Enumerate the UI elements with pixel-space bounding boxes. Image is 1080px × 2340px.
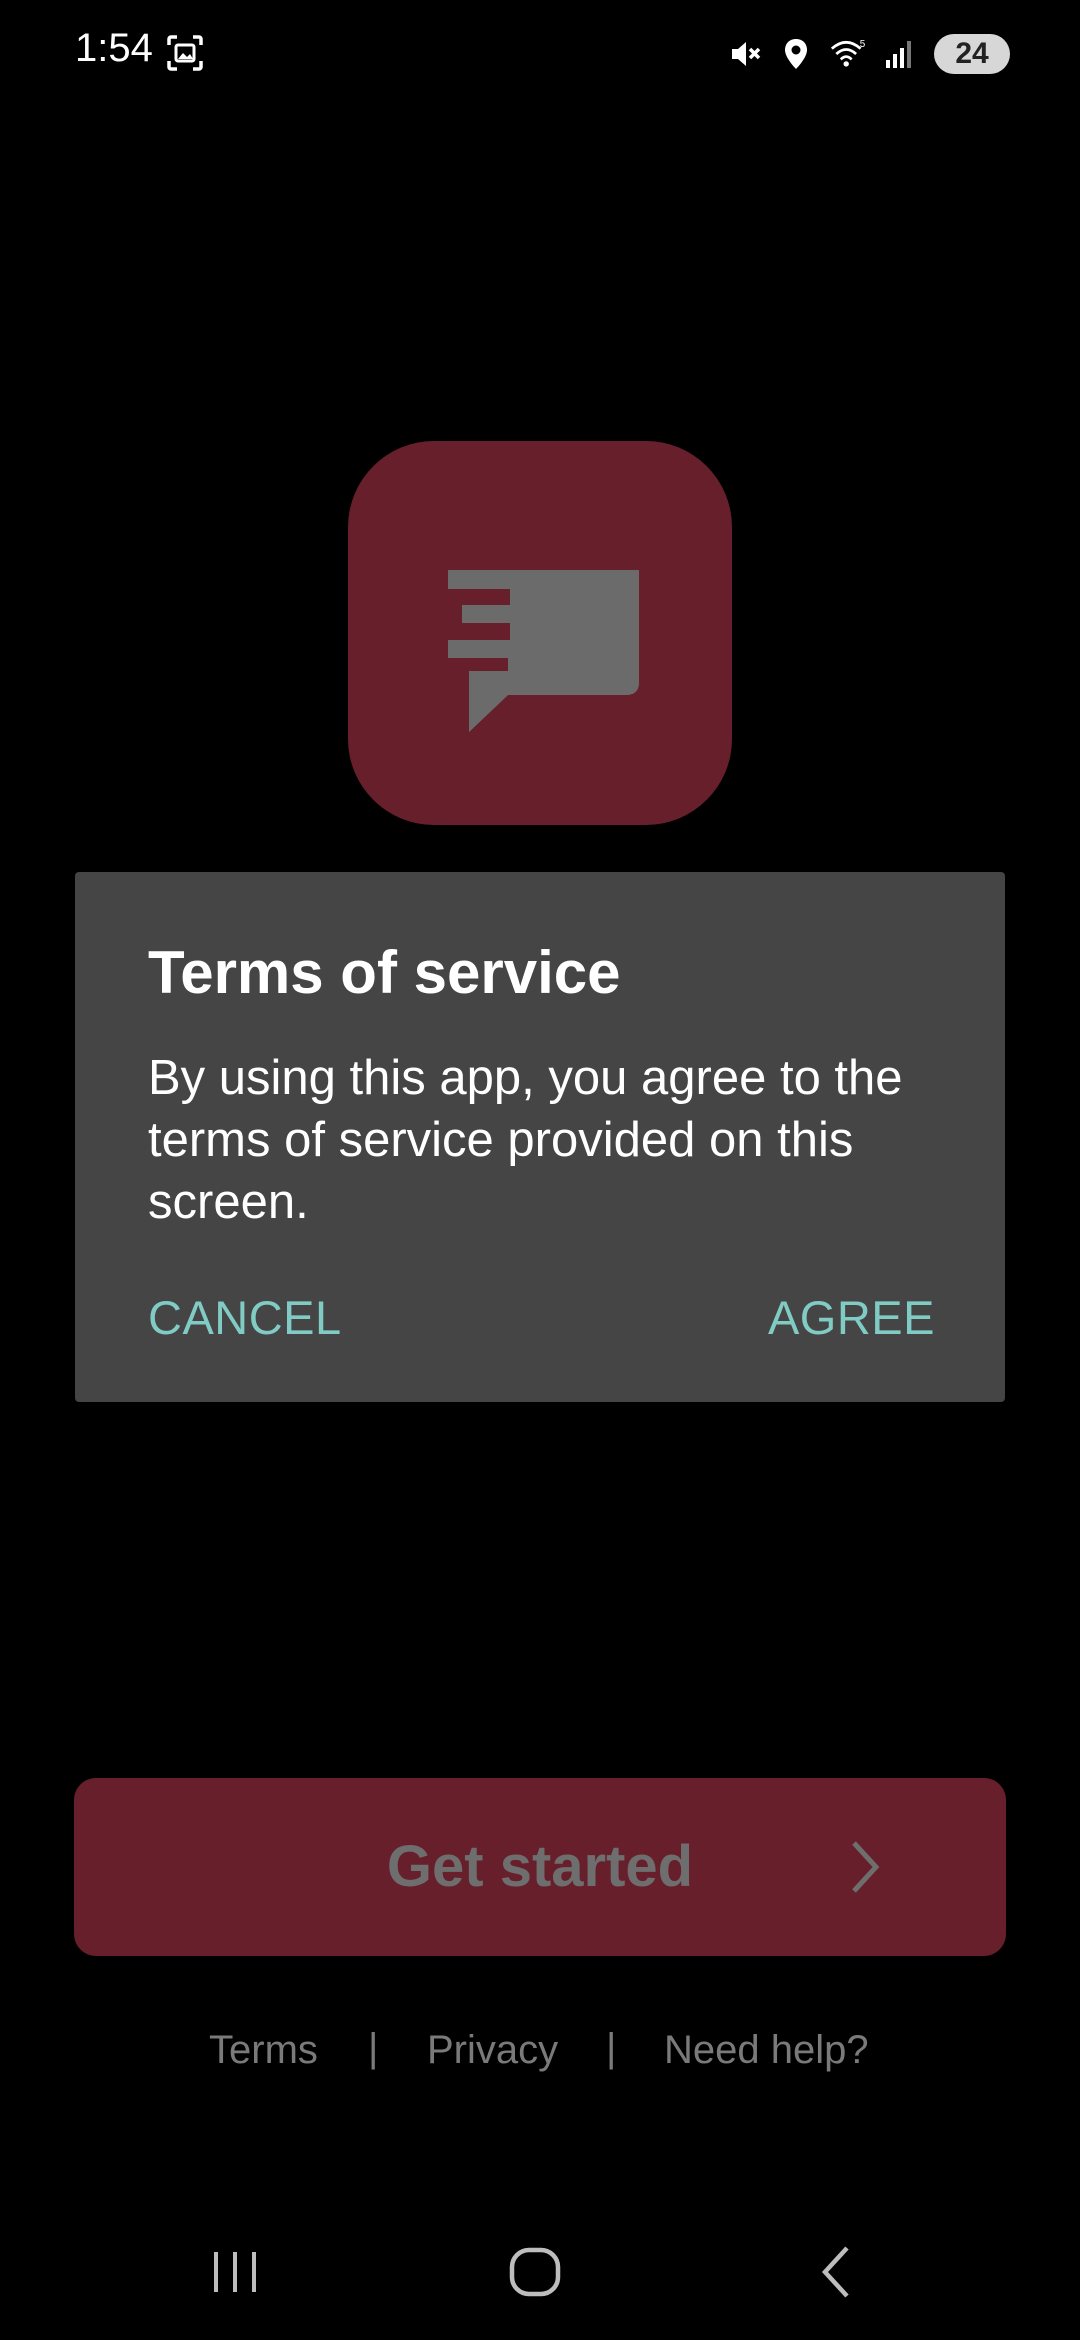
location-icon — [785, 39, 807, 69]
battery-level: 24 — [955, 37, 989, 70]
chevron-right-icon — [852, 1841, 880, 1893]
wifi-icon: 5 — [830, 39, 866, 67]
status-time: 1:54 — [75, 26, 153, 70]
status-bar: 1:54 5 24 — [0, 0, 1080, 110]
home-icon[interactable] — [500, 2242, 570, 2302]
dialog-message: By using this app, you agree to the term… — [148, 1051, 903, 1229]
mute-icon — [732, 42, 761, 66]
footer-separator: | — [606, 2026, 617, 2070]
need-help-link[interactable]: Need help? — [664, 2028, 869, 2073]
battery-icon: 24 — [934, 34, 1010, 74]
dialog-title: Terms of service — [148, 939, 621, 1006]
screenshot-icon — [167, 35, 203, 71]
terms-link[interactable]: Terms — [209, 2028, 318, 2073]
privacy-link[interactable]: Privacy — [427, 2028, 558, 2073]
chat-bubble-icon — [448, 570, 639, 732]
footer-links: Terms | Privacy | Need help? — [0, 2020, 1080, 2080]
navigation-bar — [0, 2220, 1080, 2320]
get-started-button[interactable]: Get started — [74, 1778, 1006, 1956]
agree-button[interactable]: AGREE — [768, 1290, 935, 1345]
footer-separator: | — [368, 2026, 379, 2070]
back-icon[interactable] — [803, 2242, 873, 2302]
app-logo — [348, 441, 732, 825]
svg-text:5: 5 — [860, 39, 866, 50]
cancel-button[interactable]: CANCEL — [148, 1290, 342, 1345]
signal-icon — [886, 41, 911, 68]
terms-dialog: Terms of service By using this app, you … — [75, 872, 1005, 1402]
recent-apps-icon[interactable] — [200, 2242, 270, 2302]
